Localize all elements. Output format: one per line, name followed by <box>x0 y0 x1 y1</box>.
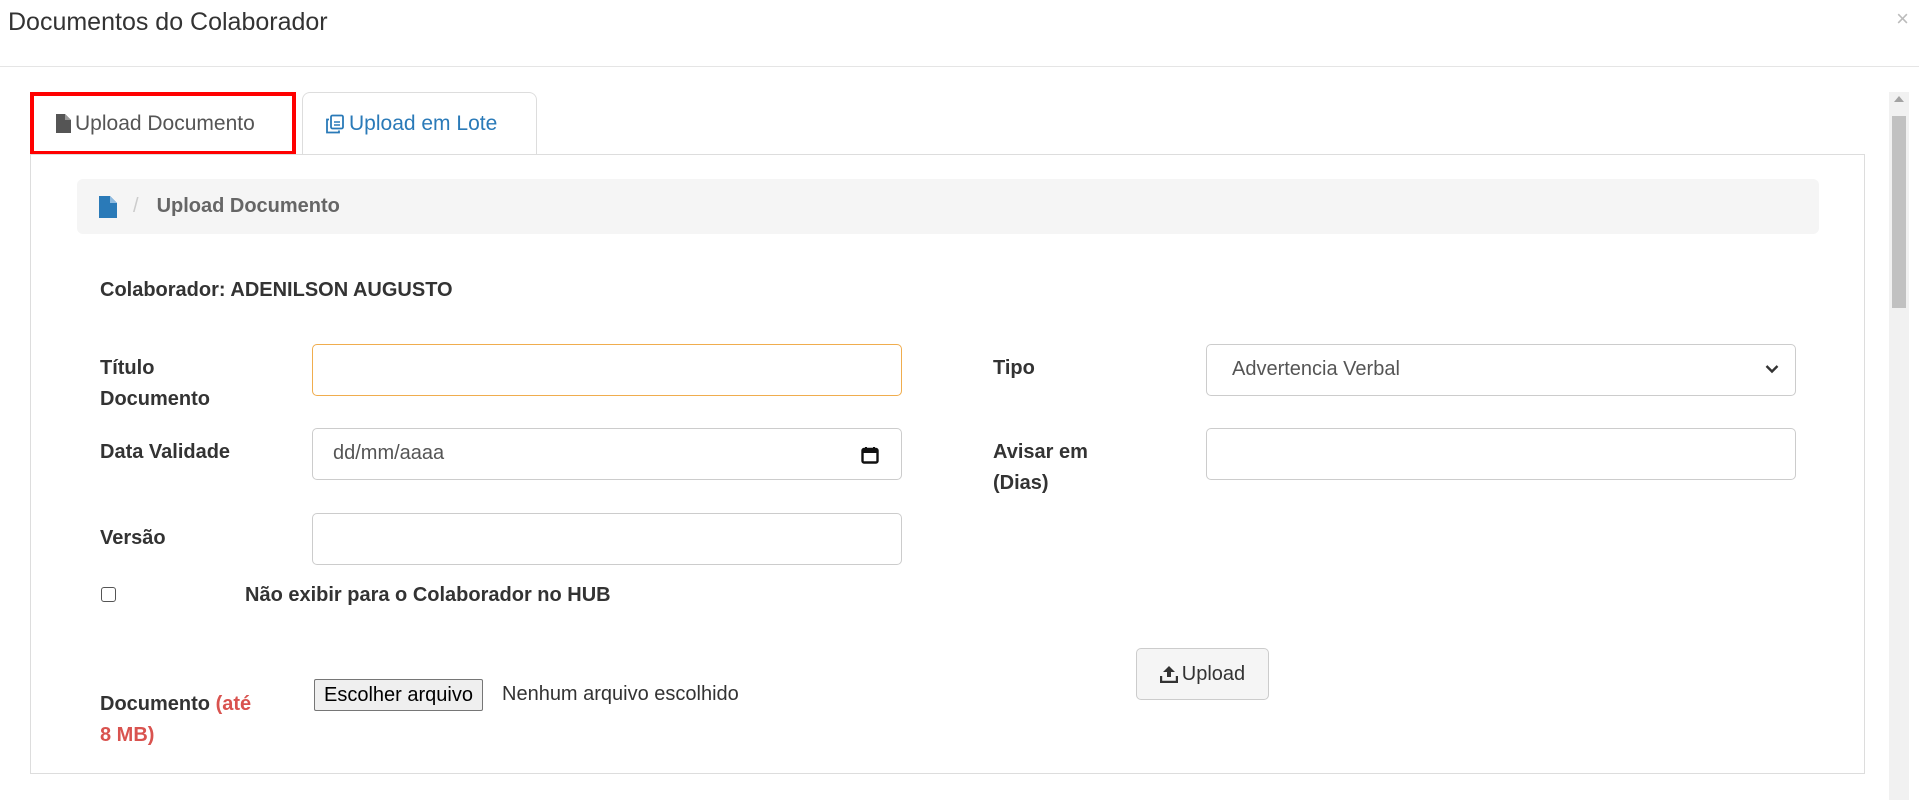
upload-button[interactable]: Upload <box>1136 648 1269 700</box>
file-icon <box>56 114 71 133</box>
avisar-label: Avisar em (Dias) <box>993 441 1088 494</box>
versao-label: Versão <box>100 527 166 549</box>
versao-input[interactable] <box>312 513 902 565</box>
nao-exibir-label: Não exibir para o Colaborador no HUB <box>245 584 611 606</box>
upload-button-label: Upload <box>1181 662 1246 685</box>
chevron-down-icon <box>1765 365 1779 374</box>
modal-title: Documentos do Colaborador <box>8 8 328 36</box>
scrollbar[interactable] <box>1889 92 1909 800</box>
tab-upload-em-lote[interactable]: Upload em Lote <box>302 92 537 155</box>
tipo-select[interactable]: Advertencia Verbal <box>1206 344 1796 396</box>
nao-exibir-checkbox[interactable] <box>101 587 116 602</box>
tab-upload-documento[interactable]: Upload Documento <box>30 92 296 155</box>
file-icon <box>99 195 117 218</box>
data-validade-input[interactable]: dd/mm/aaaa <box>312 428 902 480</box>
upload-icon <box>1159 665 1178 683</box>
tipo-label: Tipo <box>993 357 1035 379</box>
data-validade-label: Data Validade <box>100 441 231 463</box>
close-icon[interactable]: × <box>1896 6 1909 32</box>
breadcrumb: / Upload Documento <box>77 179 1819 234</box>
breadcrumb-separator: / <box>133 195 139 217</box>
scrollbar-thumb[interactable] <box>1892 116 1906 308</box>
copy-files-icon <box>326 114 344 134</box>
tipo-selected: Advertencia Verbal <box>1232 358 1400 380</box>
tab-label: Upload em Lote <box>349 112 498 135</box>
tab-label: Upload Documento <box>75 111 255 135</box>
titulo-label: Título Documento <box>100 357 210 410</box>
scroll-up-icon[interactable] <box>1894 96 1904 102</box>
breadcrumb-current: Upload Documento <box>156 195 340 217</box>
file-status: Nenhum arquivo escolhido <box>502 683 739 705</box>
date-placeholder: dd/mm/aaaa <box>333 442 445 464</box>
colaborador-label: Colaborador: ADENILSON AUGUSTO <box>100 279 453 301</box>
titulo-input[interactable] <box>312 344 902 396</box>
modal-header: Documentos do Colaborador × <box>0 0 1919 67</box>
avisar-dias-input[interactable] <box>1206 428 1796 480</box>
choose-file-button[interactable]: Escolher arquivo <box>314 679 483 711</box>
calendar-icon[interactable] <box>861 446 879 464</box>
documento-label: Documento (até 8 MB) <box>100 693 252 746</box>
